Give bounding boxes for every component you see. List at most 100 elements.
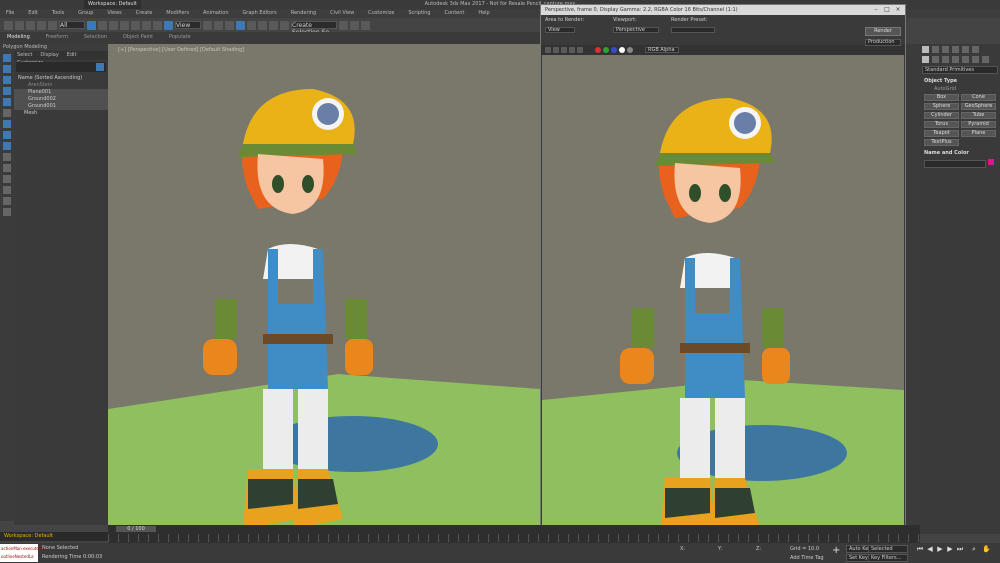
percent-snap-icon[interactable] [258,20,267,30]
alpha-channel-icon[interactable] [619,47,625,53]
render-button[interactable]: Render [865,27,901,36]
menu-create[interactable]: Create [130,9,159,17]
spinner-snap-icon[interactable] [269,20,278,30]
move-icon[interactable] [131,20,140,30]
pyramid-button[interactable]: Pyramid [961,121,996,128]
display-xrefs-icon[interactable] [3,131,11,139]
display-lights-icon[interactable] [3,76,11,84]
window-crossing-icon[interactable] [120,20,129,30]
angle-snap-icon[interactable] [247,20,256,30]
menu-rendering[interactable]: Rendering [285,9,323,17]
menu-file[interactable]: File [0,9,20,17]
display-geometry-icon[interactable] [3,54,11,62]
green-channel-icon[interactable] [603,47,609,53]
print-icon[interactable] [569,47,575,53]
torus-button[interactable]: Torus [924,121,959,128]
track-bar[interactable] [108,534,920,542]
scene-item[interactable]: Plane001 [14,89,108,96]
display-spacewarps-icon[interactable] [3,109,11,117]
scene-list-header[interactable]: Name (Sorted Ascending) [14,74,108,82]
zoom-icon[interactable]: ⌕ [970,545,978,553]
previous-frame-icon[interactable]: ◀ [926,545,934,553]
display-tab-icon[interactable] [962,46,969,53]
select-by-name-icon[interactable] [98,20,107,30]
menu-modifiers[interactable]: Modifiers [160,9,195,17]
object-color-swatch[interactable] [988,159,994,165]
shapes-icon[interactable] [932,56,939,63]
name-color-rollout[interactable]: Name and Color [920,148,1000,158]
teapot-button[interactable]: Teapot [924,130,959,137]
cone-button[interactable]: Cone [961,94,996,101]
menu-help[interactable]: Help [472,9,495,17]
select-object-icon[interactable] [87,20,96,30]
scene-item[interactable]: Mesh [14,110,108,117]
ref-coord-dropdown[interactable]: View [175,21,201,29]
save-image-icon[interactable] [545,47,551,53]
hierarchy-tab-icon[interactable] [942,46,949,53]
object-type-rollout[interactable]: Object Type [920,76,1000,86]
menu-tools[interactable]: Tools [46,9,70,17]
display-all-icon[interactable] [3,186,11,194]
se-tab-edit[interactable]: Edit [64,51,80,59]
rect-selection-icon[interactable] [109,20,118,30]
display-none-icon[interactable] [3,197,11,205]
copy-image-icon[interactable] [553,47,559,53]
selection-filter-dropdown[interactable]: All [59,21,85,29]
play-icon[interactable]: ▶ [936,545,944,553]
select-manipulate-icon[interactable] [214,20,223,30]
lights-icon[interactable] [942,56,949,63]
menu-content[interactable]: Content [439,9,471,17]
geometry-icon[interactable] [922,56,929,63]
go-to-start-icon[interactable]: ⏮ [916,545,924,553]
ribbon-tab-freeform[interactable]: Freeform [39,32,75,42]
undo-icon[interactable] [4,20,13,30]
ribbon-polygon-modeling[interactable]: Polygon Modeling [0,44,108,51]
spacewarps-icon[interactable] [972,56,979,63]
next-frame-icon[interactable]: ▶ [946,545,954,553]
key-filters-button[interactable]: Key Filters... [868,554,908,562]
channel-dropdown[interactable]: RGB Alpha [645,47,679,53]
filter-icon[interactable] [96,63,104,71]
rotate-icon[interactable] [142,20,151,30]
workspace-selector[interactable]: Workspace: Default [0,532,108,541]
cameras-icon[interactable] [952,56,959,63]
minimize-icon[interactable]: – [871,6,881,14]
maximize-icon[interactable]: □ [882,6,892,14]
ribbon-tab-selection[interactable]: Selection [77,32,114,42]
scene-item[interactable]: ArenStein [14,82,108,89]
named-selection-dropdown[interactable]: Create Selection Se [291,21,337,36]
pan-icon[interactable]: ✋ [982,545,991,553]
place-icon[interactable] [164,20,173,30]
edit-named-sel-icon[interactable] [280,20,289,30]
render-preset-dropdown[interactable] [671,27,715,33]
area-to-render-dropdown[interactable]: View [545,27,575,33]
menu-animation[interactable]: Animation [197,9,235,17]
pivot-icon[interactable] [203,20,212,30]
utilities-tab-icon[interactable] [972,46,979,53]
scene-item[interactable]: Ground001 [14,103,108,110]
menu-edit[interactable]: Edit [22,9,44,17]
systems-icon[interactable] [982,56,989,63]
menu-scripting[interactable]: Scripting [402,9,436,17]
box-button[interactable]: Box [924,94,959,101]
se-tab-display[interactable]: Display [37,51,61,59]
scale-icon[interactable] [153,20,162,30]
menu-customize[interactable]: Customize [362,9,400,17]
display-frozen-icon[interactable] [3,164,11,172]
plane-button[interactable]: Plane [961,130,996,137]
layer-icon[interactable] [361,20,370,30]
menu-graph-editors[interactable]: Graph Editors [236,9,282,17]
se-tab-select[interactable]: Select [14,51,35,59]
create-tab-icon[interactable] [922,46,929,53]
key-mode-dropdown[interactable]: Selected [868,545,908,553]
keyboard-shortcut-icon[interactable] [225,20,234,30]
redo-icon[interactable] [15,20,24,30]
ribbon-tab-modeling[interactable]: Modeling [0,32,37,42]
close-icon[interactable]: × [893,6,903,14]
cylinder-button[interactable]: Cylinder [924,112,959,119]
red-channel-icon[interactable] [595,47,601,53]
menu-views[interactable]: Views [101,9,127,17]
display-invert-icon[interactable] [3,208,11,216]
display-shapes-icon[interactable] [3,65,11,73]
tube-button[interactable]: Tube [961,112,996,119]
